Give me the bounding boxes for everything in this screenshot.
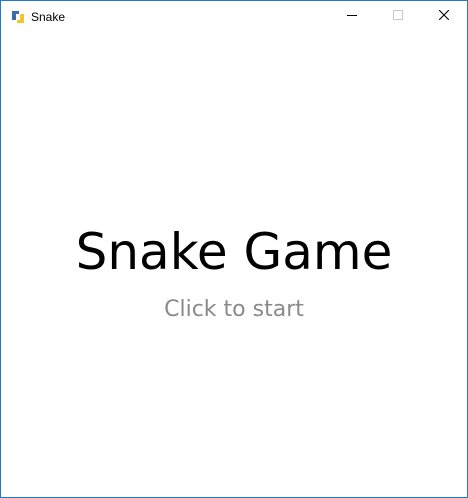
maximize-icon <box>393 7 403 25</box>
app-window: Snake Snake Game Click to start <box>0 0 468 498</box>
window-title: Snake <box>31 10 66 24</box>
maximize-button[interactable] <box>375 1 421 31</box>
title-bar[interactable]: Snake <box>1 1 467 31</box>
close-button[interactable] <box>421 1 467 31</box>
game-title: Snake Game <box>75 223 393 281</box>
minimize-button[interactable] <box>329 1 375 31</box>
game-canvas[interactable]: Snake Game Click to start <box>1 31 467 497</box>
close-icon <box>438 7 450 25</box>
start-prompt[interactable]: Click to start <box>1 299 467 321</box>
python-icon <box>10 9 26 25</box>
minimize-icon <box>347 7 357 25</box>
